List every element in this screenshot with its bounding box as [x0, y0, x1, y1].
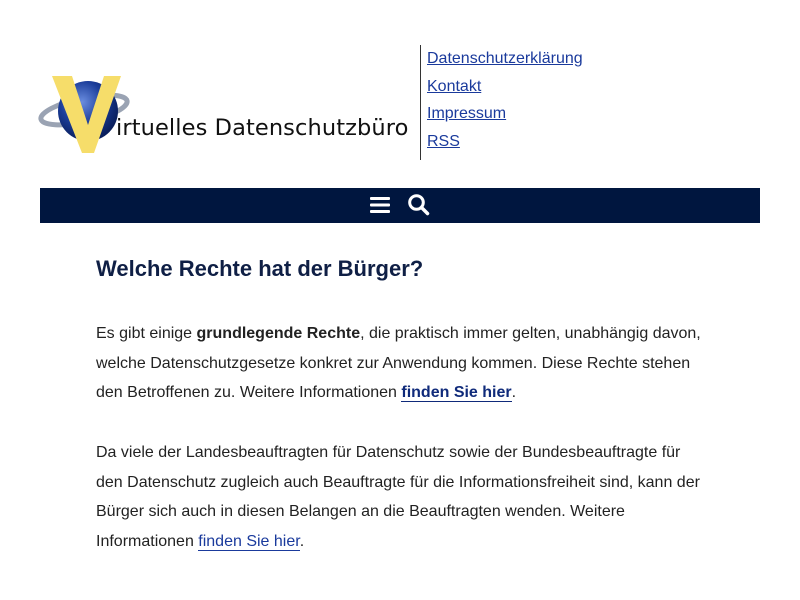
nav-link-datenschutzerklaerung[interactable]: Datenschutzerklärung — [427, 45, 583, 73]
main-menu-bar — [40, 188, 760, 223]
paragraph-rights: Es gibt einige grundlegende Rechte, die … — [96, 319, 708, 408]
nav-link-impressum[interactable]: Impressum — [427, 100, 583, 128]
more-info-link-freedom[interactable]: finden Sie hier — [198, 532, 300, 551]
hamburger-icon[interactable] — [370, 195, 391, 215]
page-title: Welche Rechte hat der Bürger? — [96, 256, 424, 281]
paragraph-text: . — [299, 532, 305, 550]
logo-text: irtuelles Datenschutzbüro — [116, 115, 409, 141]
paragraph-information-freedom: Da viele der Landesbeauftragten für Date… — [96, 438, 708, 556]
top-navigation: Datenschutzerklärung Kontakt Impressum R… — [420, 45, 583, 160]
paragraph-text: . — [511, 384, 517, 401]
search-icon[interactable] — [407, 193, 430, 221]
bold-text: grundlegende Rechte — [196, 325, 361, 342]
more-info-link-rights[interactable]: finden Sie hier — [401, 384, 512, 402]
article-content: Welche Rechte hat der Bürger? Es gibt ei… — [96, 256, 708, 551]
paragraph-text: Es gibt einige — [96, 325, 197, 342]
site-logo[interactable]: irtuelles Datenschutzbüro — [38, 73, 408, 158]
nav-link-kontakt[interactable]: Kontakt — [427, 73, 583, 101]
nav-link-rss[interactable]: RSS — [427, 128, 583, 156]
paragraph-text: Da viele der Landesbeauftragten für Date… — [96, 444, 700, 550]
